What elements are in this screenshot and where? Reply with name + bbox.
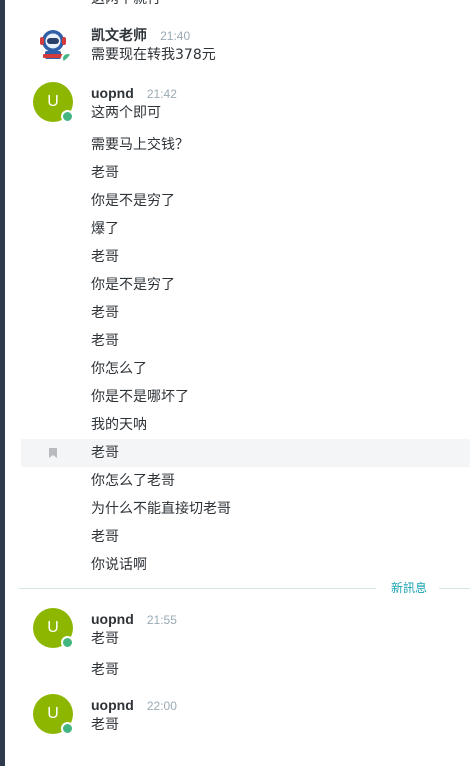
message-text: 老哥 — [91, 631, 119, 647]
divider-line-left — [19, 588, 376, 589]
message-text: 我的天呐 — [91, 417, 147, 433]
message-text: 你是不是哪坏了 — [91, 389, 189, 405]
robot-avatar[interactable] — [33, 24, 73, 64]
message-text: 老哥 — [91, 249, 119, 265]
avatar-letter: U — [47, 93, 59, 110]
message-text: 你怎么了老哥 — [91, 473, 175, 489]
new-messages-label: 新訊息 — [391, 581, 428, 595]
message-text-partial: 这两个就行 — [91, 0, 161, 8]
hovered-message-row[interactable] — [21, 439, 470, 467]
username[interactable]: uopnd — [91, 611, 134, 627]
username[interactable]: 凯文老师 — [91, 27, 147, 43]
message-text: 老哥 — [91, 445, 119, 461]
online-status-icon — [61, 110, 74, 123]
username[interactable]: uopnd — [91, 697, 134, 713]
online-status-icon — [61, 722, 74, 735]
user-avatar[interactable]: U — [33, 608, 74, 649]
chat-message-list[interactable]: 这两个就行 凯文老师 21:40 需要现在转我378元 U — [5, 0, 470, 766]
message-text: 为什么不能直接切老哥 — [91, 501, 231, 517]
message-text: 需要马上交钱？ — [91, 137, 189, 153]
timestamp: 21:42 — [146, 87, 177, 101]
message-header: uopnd 22:00 — [91, 695, 177, 714]
message-text: 老哥 — [91, 662, 119, 678]
online-status-icon — [61, 52, 73, 64]
message-text: 这两个即可 — [91, 105, 161, 121]
message-header: uopnd 21:55 — [91, 609, 177, 628]
message-text: 你怎么了 — [91, 361, 147, 377]
online-status-icon — [61, 636, 74, 649]
message-header: uopnd 21:42 — [91, 83, 177, 102]
timestamp: 22:00 — [146, 699, 177, 713]
message-text: 你是不是穷了 — [91, 277, 175, 293]
bookmark-icon[interactable] — [49, 448, 57, 458]
username[interactable]: uopnd — [91, 85, 134, 101]
timestamp: 21:40 — [160, 29, 191, 43]
user-avatar[interactable]: U — [33, 82, 74, 123]
avatar-letter: U — [47, 705, 59, 722]
message-text: 老哥 — [91, 717, 119, 733]
user-avatar[interactable]: U — [33, 694, 74, 735]
message-text: 你是不是穷了 — [91, 193, 175, 209]
message-text: 需要现在转我378元 — [91, 47, 216, 63]
message-text: 老哥 — [91, 165, 119, 181]
message-text: 你说话啊 — [91, 557, 147, 573]
divider-line-right — [439, 588, 470, 589]
message-text: 老哥 — [91, 333, 119, 349]
message-text: 老哥 — [91, 305, 119, 321]
avatar-letter: U — [47, 619, 59, 636]
message-text: 老哥 — [91, 529, 119, 545]
message-header: 凯文老师 21:40 — [91, 25, 190, 45]
timestamp: 21:55 — [146, 613, 177, 627]
message-text: 爆了 — [91, 221, 119, 237]
